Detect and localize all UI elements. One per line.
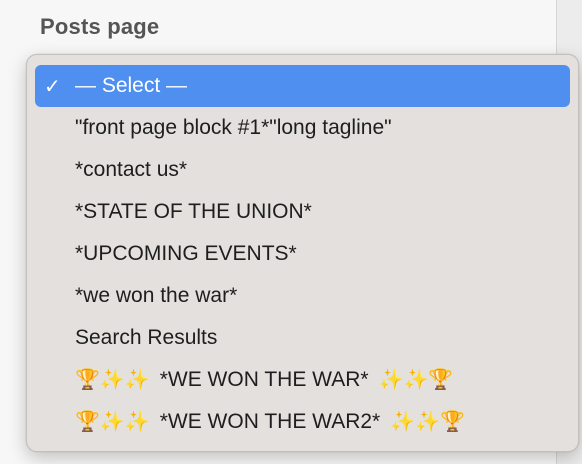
option-label: — Select —	[75, 74, 188, 97]
posts-page-label: Posts page	[40, 14, 160, 39]
posts-page-dropdown-menu: ✓ — Select — "front page block #1*"long …	[26, 54, 579, 452]
option-label: *UPCOMING EVENTS*	[75, 242, 297, 265]
option-label: *contact us*	[75, 158, 188, 181]
option-search-results[interactable]: Search Results	[35, 317, 570, 359]
option-label: *WE WON THE WAR2*	[159, 410, 381, 433]
option-label: *we won the war*	[75, 284, 238, 307]
option-we-won-the-war[interactable]: *we won the war*	[35, 275, 570, 317]
option-select-placeholder[interactable]: ✓ — Select —	[35, 65, 570, 107]
trophy-sparkles-icon: 🏆✨✨	[75, 411, 150, 433]
checkmark-icon: ✓	[44, 75, 61, 98]
option-label: *STATE OF THE UNION*	[75, 200, 312, 223]
option-label: *WE WON THE WAR*	[159, 368, 369, 391]
sparkles-trophy-icon: ✨✨🏆	[390, 411, 465, 433]
option-contact-us[interactable]: *contact us*	[35, 149, 570, 191]
option-we-won-the-war-caps[interactable]: 🏆✨✨ *WE WON THE WAR* ✨✨🏆	[35, 359, 570, 401]
option-front-page-block[interactable]: "front page block #1*"long tagline"	[35, 107, 570, 149]
option-state-of-the-union[interactable]: *STATE OF THE UNION*	[35, 191, 570, 233]
option-upcoming-events[interactable]: *UPCOMING EVENTS*	[35, 233, 570, 275]
option-label: "front page block #1*"long tagline"	[75, 116, 392, 139]
option-we-won-the-war2[interactable]: 🏆✨✨ *WE WON THE WAR2* ✨✨🏆	[35, 401, 570, 443]
trophy-sparkles-icon: 🏆✨✨	[75, 369, 150, 391]
sparkles-trophy-icon: ✨✨🏆	[378, 369, 454, 391]
option-label: Search Results	[75, 326, 218, 349]
